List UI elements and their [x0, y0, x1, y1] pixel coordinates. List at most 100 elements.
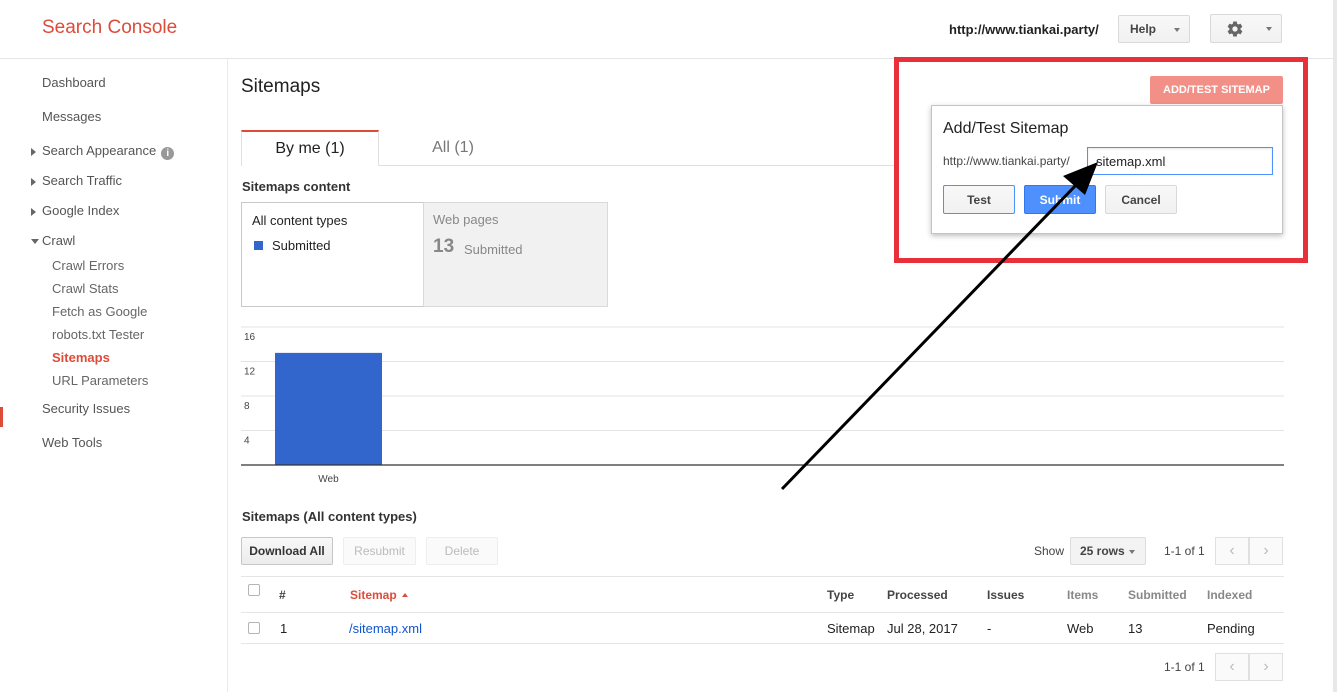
- active-nav-marker: [0, 407, 3, 427]
- gear-icon: [1227, 21, 1243, 37]
- pagination-info: 1-1 of 1: [1164, 544, 1205, 558]
- next-page-button[interactable]: ›: [1249, 537, 1283, 565]
- table-top-border: [241, 576, 1284, 577]
- expand-arrow-icon: [31, 148, 36, 156]
- column-header-sitemap[interactable]: Sitemap: [350, 588, 408, 602]
- expand-arrow-icon: [31, 208, 36, 216]
- y-tick-label: 4: [244, 436, 250, 447]
- row-items: Web: [1067, 621, 1094, 636]
- column-header-indexed[interactable]: Indexed: [1207, 588, 1252, 602]
- delete-button[interactable]: Delete: [426, 537, 498, 565]
- legend-item: Submitted: [254, 238, 331, 253]
- sidebar-item-security-issues[interactable]: Security Issues: [42, 401, 130, 416]
- table-bottom-border: [241, 643, 1284, 644]
- rows-per-page-select[interactable]: 25 rows: [1070, 537, 1146, 565]
- sidebar-item-web-tools[interactable]: Web Tools: [42, 435, 102, 450]
- collapse-arrow-icon: [31, 239, 39, 244]
- chevron-down-icon: [1266, 27, 1272, 31]
- sidebar-item-crawl-errors[interactable]: Crawl Errors: [52, 258, 124, 273]
- scrollbar[interactable]: [1333, 0, 1337, 692]
- column-header-number: #: [279, 588, 286, 602]
- row-indexed: Pending: [1207, 621, 1255, 636]
- all-content-types-card[interactable]: All content types Submitted: [241, 202, 423, 307]
- y-tick-label: 16: [244, 332, 256, 343]
- cancel-button[interactable]: Cancel: [1105, 185, 1177, 214]
- sidebar-item-fetch-as-google[interactable]: Fetch as Google: [52, 304, 147, 319]
- page-title: Sitemaps: [241, 76, 321, 97]
- sidebar-item-messages[interactable]: Messages: [42, 109, 101, 124]
- row-processed: Jul 28, 2017: [887, 621, 958, 636]
- sidebar-item-dashboard[interactable]: Dashboard: [42, 75, 106, 90]
- settings-button[interactable]: [1210, 14, 1282, 43]
- sidebar-item-robots-tester[interactable]: robots.txt Tester: [52, 327, 144, 342]
- prev-page-button[interactable]: ‹: [1215, 537, 1249, 565]
- table-header-border: [241, 612, 1284, 613]
- sidebar-item-url-parameters[interactable]: URL Parameters: [52, 373, 148, 388]
- chevron-left-icon: ‹: [1229, 658, 1235, 675]
- sidebar-item-sitemaps[interactable]: Sitemaps: [52, 350, 110, 365]
- submitted-count: 13: [433, 236, 455, 257]
- x-tick-label: Web: [318, 474, 339, 485]
- chevron-down-icon: [1174, 28, 1180, 32]
- prev-page-button-bottom[interactable]: ‹: [1215, 653, 1249, 681]
- row-type: Sitemap: [827, 621, 875, 636]
- tab-divider: [379, 165, 899, 166]
- sidebar-item-label: Search Appearance: [42, 143, 157, 158]
- sitemap-path-input[interactable]: [1087, 147, 1273, 175]
- add-test-sitemap-button[interactable]: ADD/TEST SITEMAP: [1150, 76, 1283, 104]
- tab-by-me[interactable]: By me (1): [241, 130, 379, 166]
- column-header-processed[interactable]: Processed: [887, 588, 948, 602]
- pagination-info-bottom: 1-1 of 1: [1164, 660, 1205, 674]
- column-header-type[interactable]: Type: [827, 588, 854, 602]
- sidebar-item-google-index[interactable]: Google Index: [42, 203, 119, 218]
- y-tick-label: 12: [244, 367, 256, 378]
- help-button[interactable]: Help: [1118, 15, 1190, 43]
- web-pages-card[interactable]: Web pages 13 Submitted: [423, 202, 608, 307]
- site-selector[interactable]: http://www.tiankai.party/: [949, 22, 1099, 37]
- row-issues: -: [987, 621, 992, 636]
- y-tick-label: 8: [244, 401, 250, 412]
- submitted-label: Submitted: [464, 242, 523, 257]
- chevron-right-icon: ›: [1263, 658, 1269, 675]
- sitemap-link[interactable]: /sitemap.xml: [349, 621, 422, 636]
- sort-ascending-icon: [401, 593, 408, 597]
- row-checkbox[interactable]: [248, 622, 260, 634]
- tab-all[interactable]: All (1): [379, 130, 527, 166]
- top-bar: Search Console http://www.tiankai.party/…: [0, 0, 1337, 59]
- test-button[interactable]: Test: [943, 185, 1015, 214]
- info-icon[interactable]: i: [161, 147, 175, 160]
- chevron-right-icon: ›: [1263, 542, 1269, 559]
- column-header-label: Sitemap: [350, 588, 397, 602]
- url-prefix: http://www.tiankai.party/: [943, 154, 1070, 168]
- next-page-button-bottom[interactable]: ›: [1249, 653, 1283, 681]
- column-header-items[interactable]: Items: [1067, 588, 1098, 602]
- column-header-submitted[interactable]: Submitted: [1128, 588, 1187, 602]
- expand-arrow-icon: [31, 178, 36, 186]
- resubmit-button[interactable]: Resubmit: [343, 537, 416, 565]
- sidebar-item-search-appearance[interactable]: Search Appearance i: [42, 143, 175, 160]
- submit-button[interactable]: Submit: [1024, 185, 1096, 214]
- help-button-label: Help: [1130, 22, 1157, 36]
- content-section-title: Sitemaps content: [242, 179, 351, 194]
- sidebar: Dashboard Messages Search Appearance i Se…: [0, 59, 228, 692]
- row-submitted: 13: [1128, 621, 1143, 636]
- chevron-left-icon: ‹: [1229, 542, 1235, 559]
- dialog-title: Add/Test Sitemap: [943, 120, 1069, 137]
- show-label: Show: [1034, 544, 1065, 558]
- rows-per-page-value: 25 rows: [1080, 544, 1125, 558]
- table-section-title: Sitemaps (All content types): [242, 509, 417, 524]
- row-number: 1: [280, 621, 288, 636]
- bar-web[interactable]: [275, 352, 382, 465]
- chevron-down-icon: [1129, 550, 1135, 554]
- legend-swatch: [254, 241, 263, 250]
- card-title: All content types: [252, 213, 348, 228]
- download-all-button[interactable]: Download All: [241, 537, 333, 565]
- sidebar-item-search-traffic[interactable]: Search Traffic: [42, 173, 122, 188]
- app-logo[interactable]: Search Console: [42, 17, 177, 39]
- select-all-checkbox[interactable]: [248, 584, 260, 596]
- add-test-sitemap-dialog: Add/Test Sitemap http://www.tiankai.part…: [931, 105, 1283, 234]
- column-header-issues[interactable]: Issues: [987, 588, 1024, 602]
- sidebar-item-crawl[interactable]: Crawl: [42, 233, 75, 248]
- legend-label: Submitted: [272, 238, 331, 253]
- sidebar-item-crawl-stats[interactable]: Crawl Stats: [52, 281, 118, 296]
